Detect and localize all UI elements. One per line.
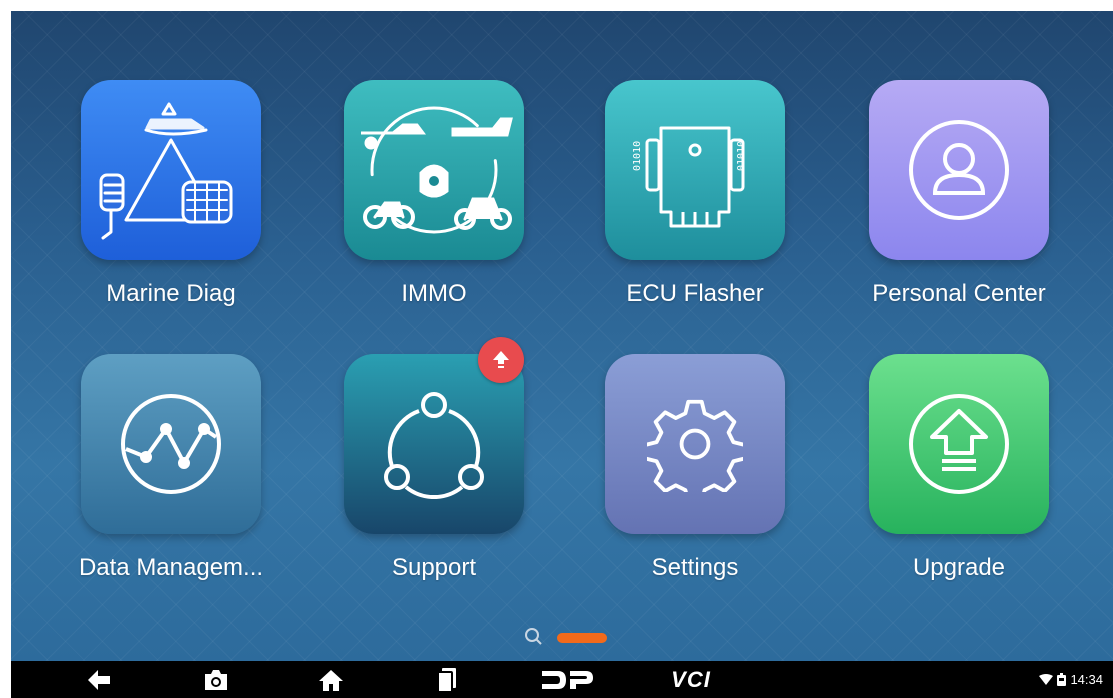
clock: 14:34 <box>1070 672 1103 687</box>
app-tile[interactable] <box>81 80 261 260</box>
upgrade-arrow-icon <box>909 394 1009 494</box>
app-personal-center[interactable]: Personal Center <box>859 80 1059 370</box>
app-label: Settings <box>651 554 739 581</box>
back-button[interactable] <box>77 661 121 698</box>
app-label: Data Managem... <box>78 554 264 581</box>
app-label: IMMO <box>401 280 467 307</box>
dp-logo-icon <box>542 670 593 689</box>
user-profile-icon <box>909 120 1009 220</box>
app-ecu-flasher[interactable]: 01010 01010 ECU Flasher <box>595 80 795 370</box>
vci-button[interactable]: VCI <box>661 661 721 698</box>
line-graph-icon <box>121 394 221 494</box>
app-tile[interactable] <box>869 354 1049 534</box>
app-marine-diag[interactable]: Marine Diag <box>71 80 271 370</box>
app-support[interactable]: Support <box>334 354 534 644</box>
share-network-icon <box>384 392 484 499</box>
app-data-management[interactable]: Data Managem... <box>71 354 271 644</box>
current-page-indicator <box>557 633 607 643</box>
immobilizer-key-icon <box>361 106 513 234</box>
app-label: ECU Flasher <box>626 280 764 307</box>
app-label: Personal Center <box>872 280 1046 307</box>
page-indicator[interactable] <box>524 627 644 647</box>
vci-label: VCI <box>671 666 711 692</box>
app-settings[interactable]: Settings <box>595 354 795 644</box>
app-tile[interactable]: 01010 01010 <box>605 80 785 260</box>
ecu-chip-icon: 01010 01010 <box>632 126 747 228</box>
home-icon <box>319 669 343 691</box>
app-tile[interactable] <box>605 354 785 534</box>
gear-icon <box>647 399 743 492</box>
battery-icon <box>1057 673 1067 686</box>
app-tile[interactable] <box>869 80 1049 260</box>
recent-apps-button[interactable] <box>425 661 469 698</box>
app-label: Support <box>391 554 477 581</box>
dp-logo-button[interactable] <box>539 661 595 698</box>
marine-vehicles-icon <box>99 102 233 240</box>
wifi-icon <box>1039 673 1054 685</box>
app-tile[interactable] <box>81 354 261 534</box>
back-icon <box>88 669 110 690</box>
system-navigation-bar: VCI 14:34 <box>11 661 1113 698</box>
arrow-up-icon <box>493 351 509 368</box>
app-label: Marine Diag <box>106 280 236 307</box>
app-tile[interactable] <box>344 80 524 260</box>
recent-apps-icon <box>437 667 456 693</box>
search-icon[interactable] <box>524 627 544 647</box>
home-screen: Marine Diag IMMO 01010 01010 ECU Flasher… <box>11 11 1113 661</box>
home-button[interactable] <box>309 661 353 698</box>
app-upgrade[interactable]: Upgrade <box>859 354 1059 644</box>
screenshot-button[interactable] <box>194 661 238 698</box>
camera-icon <box>205 669 227 690</box>
update-available-badge <box>478 337 524 383</box>
app-label: Upgrade <box>912 554 1006 581</box>
status-area: 14:34 <box>1039 661 1103 698</box>
app-immo[interactable]: IMMO <box>334 80 534 370</box>
svg-text:01010: 01010 <box>736 141 747 171</box>
svg-text:01010: 01010 <box>632 141 643 171</box>
